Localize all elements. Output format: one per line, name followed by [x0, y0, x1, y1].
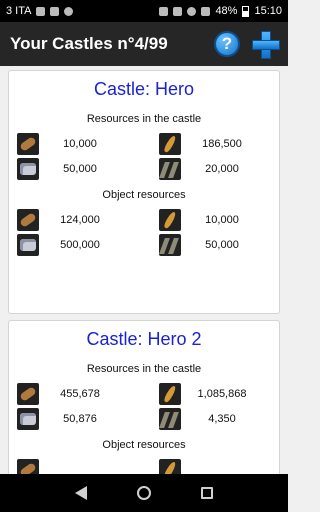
castle-name: Castle: Hero 2	[86, 329, 202, 349]
recent-apps-icon[interactable]	[201, 487, 213, 499]
wood-resource: 455,678	[17, 381, 121, 406]
carrier-label: 3 ITA	[6, 5, 32, 17]
resource-row: 10,000 186,500	[9, 131, 279, 156]
stone-resource: 500,000	[17, 232, 121, 257]
castle-list[interactable]: Castle: Hero Resources in the castle 10,…	[0, 66, 288, 474]
iron-resource: 4,350	[159, 406, 263, 431]
wood-resource: 10,000	[17, 131, 121, 156]
wood-value: 124,000	[60, 213, 100, 226]
page-title: Your Castles n°4/99	[10, 34, 168, 53]
wood-log-icon	[17, 132, 39, 155]
food-value: 1,085,868	[197, 387, 247, 400]
iron-value: 4,350	[208, 412, 236, 425]
iron-bars-icon	[159, 407, 181, 430]
app-bar: Your Castles n°4/99 ?	[0, 22, 288, 66]
iron-resource: 50,000	[159, 232, 263, 257]
ball-icon	[64, 6, 74, 16]
food-value: 186,500	[202, 137, 242, 150]
iron-bars-icon	[159, 157, 181, 180]
resource-row: 50,876 4,350	[9, 406, 279, 431]
resource-row: 455,678 1,085,868	[9, 381, 279, 406]
stone-value: 500,000	[60, 238, 100, 251]
resource-row	[9, 457, 279, 474]
resource-row: 50,000 20,000	[9, 156, 279, 181]
battery-icon	[242, 5, 250, 17]
stone-value: 50,000	[63, 162, 97, 175]
castle-name: Castle: Hero	[93, 79, 195, 99]
iron-resource: 20,000	[159, 156, 263, 181]
food-resource	[159, 457, 181, 474]
food-value: 10,000	[205, 213, 239, 226]
stone-icon	[17, 157, 39, 180]
wood-value: 10,000	[63, 137, 97, 150]
wifi-icon	[187, 6, 197, 16]
status-bar: 3 ITA 48% 15:10	[0, 0, 288, 22]
food-resource: 186,500	[159, 131, 263, 156]
navigation-bar	[0, 474, 288, 512]
castle-card[interactable]: Castle: Hero Resources in the castle 10,…	[8, 70, 280, 314]
resource-row: 500,000 50,000	[9, 232, 279, 257]
signal-icon	[201, 6, 211, 16]
food-resource: 10,000	[159, 207, 263, 232]
wood-resource: 124,000	[17, 207, 121, 232]
castle-resources-title: Resources in the castle	[86, 113, 202, 125]
home-icon[interactable]	[137, 486, 151, 500]
object-resources-title: Object resources	[102, 439, 186, 451]
castle-resources-title: Resources in the castle	[86, 363, 202, 375]
notification-icon	[36, 6, 46, 16]
wheat-icon	[159, 208, 181, 231]
food-resource: 1,085,868	[159, 381, 263, 406]
vibrate-icon	[173, 6, 183, 16]
back-icon[interactable]	[75, 486, 87, 500]
wood-log-icon	[17, 382, 39, 405]
wood-log-icon	[17, 458, 39, 474]
bluetooth-icon	[159, 6, 169, 16]
castle-card[interactable]: Castle: Hero 2 Resources in the castle 4…	[8, 320, 280, 474]
resource-row: 124,000 10,000	[9, 207, 279, 232]
iron-bars-icon	[159, 233, 181, 256]
wood-log-icon	[17, 208, 39, 231]
wheat-icon	[159, 132, 181, 155]
wheat-icon	[159, 458, 181, 474]
stone-value: 50,876	[63, 412, 97, 425]
stone-icon	[17, 233, 39, 256]
object-resources-title: Object resources	[102, 189, 186, 201]
add-castle-button[interactable]	[252, 31, 280, 59]
image-icon	[50, 6, 60, 16]
iron-value: 50,000	[205, 238, 239, 251]
help-icon: ?	[221, 34, 233, 53]
wood-value: 455,678	[60, 387, 100, 400]
battery-percent: 48%	[215, 5, 238, 17]
iron-value: 20,000	[205, 162, 239, 175]
stone-resource: 50,876	[17, 406, 121, 431]
help-button[interactable]: ?	[214, 31, 240, 57]
stone-icon	[17, 407, 39, 430]
wood-resource	[17, 457, 39, 474]
clock: 15:10	[254, 5, 282, 17]
wheat-icon	[159, 382, 181, 405]
stone-resource: 50,000	[17, 156, 121, 181]
